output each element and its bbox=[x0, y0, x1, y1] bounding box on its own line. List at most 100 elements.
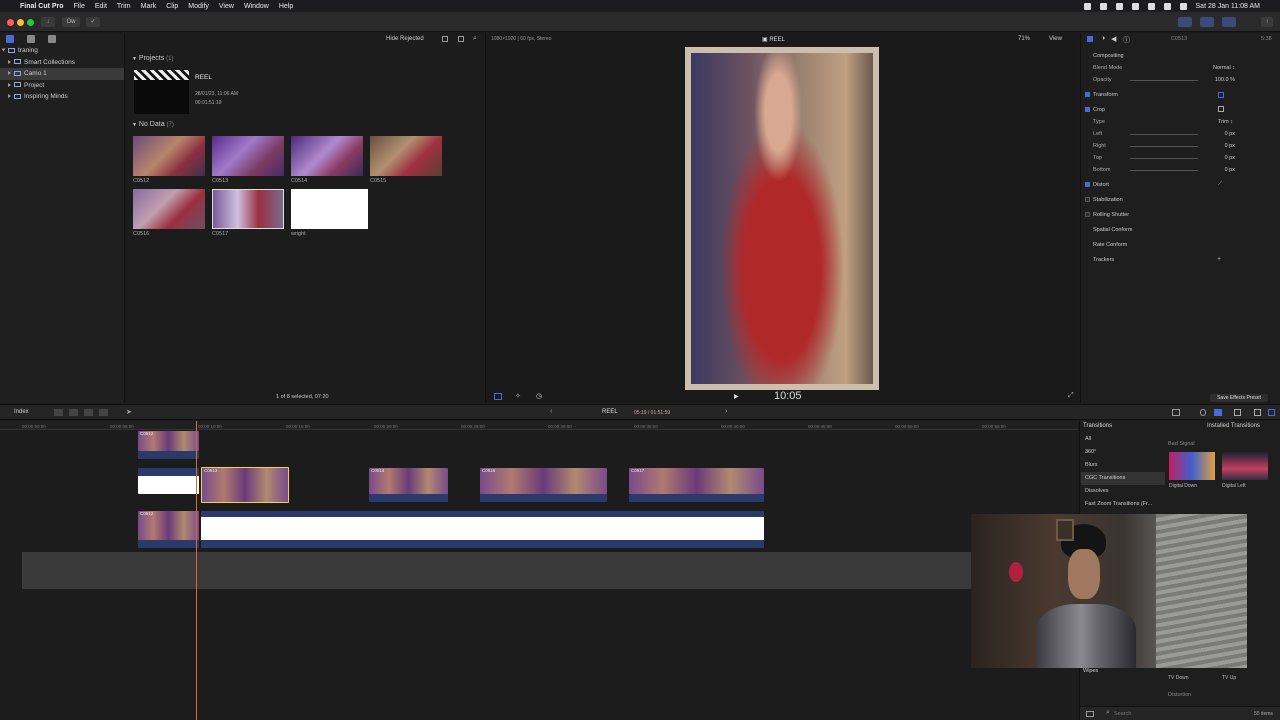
timeline-clip[interactable]: wright bbox=[201, 511, 764, 548]
menu-clip[interactable]: Clip bbox=[166, 3, 178, 10]
projects-section-header[interactable]: ▼ Projects (1) bbox=[132, 55, 174, 62]
menu-help[interactable]: Help bbox=[279, 3, 293, 10]
minimize-window-button[interactable] bbox=[17, 19, 24, 26]
category-fast-zoom[interactable]: Fast Zoom Transitions (Fr... bbox=[1081, 498, 1165, 511]
crop-section[interactable]: Crop bbox=[1085, 107, 1105, 113]
distort-onscreen-icon[interactable]: ⟋ bbox=[1218, 181, 1222, 188]
background-tasks-icon[interactable]: ✓ bbox=[86, 17, 100, 27]
close-window-button[interactable] bbox=[7, 19, 14, 26]
menu-modify[interactable]: Modify bbox=[188, 3, 209, 10]
search-icon[interactable]: ⌕ bbox=[473, 35, 477, 43]
tool-select-icon[interactable]: ➤ bbox=[126, 408, 132, 416]
menu-view[interactable]: View bbox=[219, 3, 234, 10]
disclosure-icon[interactable] bbox=[8, 82, 11, 87]
checkbox-icon[interactable] bbox=[1085, 197, 1090, 203]
bluetooth-icon[interactable] bbox=[1131, 2, 1139, 10]
crop-bottom-slider[interactable] bbox=[1130, 170, 1198, 171]
nodata-section-header[interactable]: ▼ No Data (7) bbox=[132, 121, 174, 128]
control-center-icon[interactable] bbox=[1179, 2, 1187, 10]
add-tracker-icon[interactable]: + bbox=[1217, 256, 1221, 263]
info-inspector-icon[interactable]: ⓘ bbox=[1123, 35, 1130, 45]
timeline-project-name[interactable]: REEL bbox=[602, 409, 618, 415]
browser-clip[interactable]: C0513 bbox=[212, 136, 284, 184]
disclosure-icon[interactable] bbox=[8, 94, 11, 99]
sidebar-item-camo-1[interactable]: Camo 1 bbox=[0, 68, 124, 80]
crop-top-slider[interactable] bbox=[1130, 158, 1198, 159]
checkbox-icon[interactable] bbox=[1085, 107, 1090, 113]
sidebar-toggle-icon[interactable] bbox=[1268, 409, 1275, 416]
clip-appearance-icon[interactable] bbox=[1172, 409, 1180, 416]
sidebar-item-traning[interactable]: traning bbox=[0, 45, 124, 57]
crop-type-popup[interactable]: Trim ↕ bbox=[1195, 119, 1233, 125]
crop-left-value[interactable]: 0 px bbox=[1205, 131, 1235, 137]
blend-mode-popup[interactable]: Normal ↕ bbox=[1190, 65, 1235, 71]
video-frame[interactable] bbox=[685, 47, 879, 390]
effects-browser-icon[interactable] bbox=[1234, 409, 1241, 416]
distort-section[interactable]: Distort bbox=[1085, 182, 1109, 188]
enhance-icon[interactable]: ✧ bbox=[515, 392, 521, 400]
sidebar-toggle-icon[interactable] bbox=[1086, 711, 1094, 717]
timeline-clip[interactable]: wright bbox=[138, 468, 199, 494]
spatial-conform-section[interactable]: Spatial Conform bbox=[1093, 227, 1132, 233]
list-view-icon[interactable] bbox=[458, 36, 464, 42]
search-icon[interactable] bbox=[1163, 2, 1171, 10]
show-inspector-icon[interactable] bbox=[1222, 17, 1236, 27]
rate-conform-section[interactable]: Rate Conform bbox=[1093, 242, 1127, 248]
browser-clip[interactable]: C0516 bbox=[133, 189, 205, 237]
timeline-clip[interactable]: C0512 bbox=[138, 511, 199, 548]
menu-file[interactable]: File bbox=[74, 3, 85, 10]
category-all[interactable]: All bbox=[1081, 433, 1165, 446]
category-dissolves[interactable]: Dissolves bbox=[1081, 485, 1165, 498]
app-menu[interactable]: Final Cut Pro bbox=[20, 3, 64, 10]
edit-buttons[interactable] bbox=[54, 409, 114, 416]
status-icon[interactable] bbox=[1115, 2, 1123, 10]
wifi-icon[interactable] bbox=[1147, 2, 1155, 10]
opacity-value[interactable]: 100.0 % bbox=[1195, 77, 1235, 83]
save-effects-preset-button[interactable]: Save Effects Preset bbox=[1210, 394, 1268, 402]
browser-clip[interactable]: C0517 bbox=[212, 189, 284, 237]
transform-onscreen-icon[interactable] bbox=[1218, 92, 1224, 98]
filter-popup[interactable]: Hide Rejected bbox=[386, 36, 424, 42]
browser-clip[interactable]: wright bbox=[291, 189, 368, 237]
share-icon[interactable]: ↑ bbox=[1261, 17, 1273, 27]
crop-right-value[interactable]: 0 px bbox=[1205, 143, 1235, 149]
status-icon[interactable] bbox=[1099, 2, 1107, 10]
show-timeline-icon[interactable] bbox=[1200, 17, 1214, 27]
sidebar-item-smart-collections[interactable]: Smart Collections bbox=[0, 57, 124, 69]
transitions-browser-icon[interactable] bbox=[1254, 409, 1261, 416]
libraries-tab-icon[interactable] bbox=[6, 35, 14, 43]
crop-onscreen-icon[interactable] bbox=[1218, 106, 1224, 112]
menu-mark[interactable]: Mark bbox=[141, 3, 157, 10]
view-popup[interactable]: View bbox=[1049, 36, 1062, 42]
transform-tool-icon[interactable] bbox=[494, 393, 502, 400]
installed-transitions-popup[interactable]: Installed Transitions bbox=[1207, 423, 1260, 429]
transform-section[interactable]: Transform bbox=[1085, 92, 1118, 98]
timeline-clip[interactable]: C0512 bbox=[138, 431, 199, 451]
disclosure-icon[interactable] bbox=[8, 59, 11, 64]
timeline-clip-selected[interactable]: C0513 bbox=[201, 467, 289, 503]
checkbox-icon[interactable] bbox=[1085, 212, 1090, 218]
browser-clip[interactable]: C0512 bbox=[133, 136, 205, 184]
back-icon[interactable]: ‹ bbox=[550, 408, 552, 415]
timeline-clip[interactable]: C0517 bbox=[629, 468, 764, 502]
snapping-icon[interactable] bbox=[1214, 409, 1222, 416]
crop-top-value[interactable]: 0 px bbox=[1205, 155, 1235, 161]
disclosure-icon[interactable] bbox=[8, 71, 11, 76]
zoom-window-button[interactable] bbox=[27, 19, 34, 26]
compositing-header[interactable]: Compositing bbox=[1093, 53, 1124, 59]
keyword-button[interactable]: Ow bbox=[62, 17, 80, 27]
titles-tab-icon[interactable] bbox=[48, 35, 56, 43]
trackers-section[interactable]: Trackers bbox=[1093, 257, 1114, 263]
stabilization-section[interactable]: Stabilization bbox=[1085, 197, 1123, 203]
search-input[interactable] bbox=[1114, 710, 1214, 718]
clip-appearance-icon[interactable] bbox=[442, 36, 448, 42]
transition-thumbnail[interactable] bbox=[1169, 452, 1215, 480]
import-icon[interactable]: ↓ bbox=[41, 17, 55, 27]
play-button[interactable]: ▶ bbox=[734, 393, 739, 400]
checkbox-icon[interactable] bbox=[1085, 92, 1090, 98]
browser-clip[interactable]: C0515 bbox=[370, 136, 442, 184]
menu-trim[interactable]: Trim bbox=[117, 3, 131, 10]
crop-bottom-value[interactable]: 0 px bbox=[1205, 167, 1235, 173]
zoom-popup[interactable]: 71% bbox=[1018, 36, 1030, 42]
disclosure-icon[interactable] bbox=[1, 48, 6, 52]
